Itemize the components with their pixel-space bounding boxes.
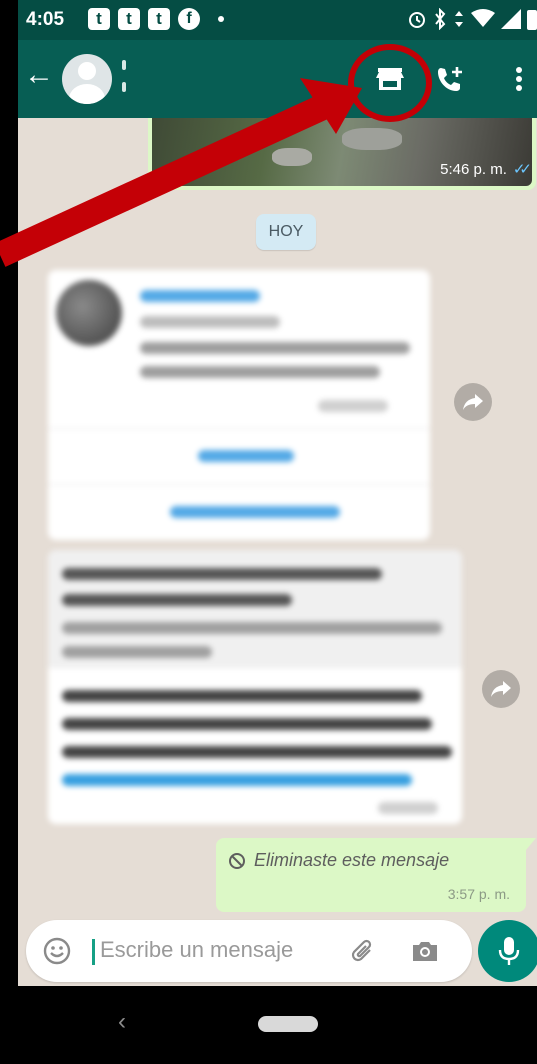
forward-icon	[491, 681, 511, 697]
business-card-message-blurred[interactable]	[48, 270, 430, 540]
deleted-message[interactable]: Eliminaste este mensaje 3:57 p. m.	[216, 838, 536, 912]
mic-icon	[498, 937, 520, 965]
message-input-bar[interactable]: Escribe un mensaje	[26, 920, 472, 982]
blocked-icon	[229, 852, 245, 869]
emoji-icon[interactable]	[42, 936, 72, 966]
link-message-blurred[interactable]	[48, 550, 462, 824]
nav-back-icon[interactable]: ‹	[118, 1008, 126, 1036]
deleted-message-text: Eliminaste este mensaje	[254, 850, 450, 870]
camera-icon[interactable]	[410, 936, 440, 966]
deleted-message-time: 3:57 p. m.	[447, 886, 510, 902]
voice-record-button[interactable]	[478, 920, 537, 982]
deleted-message-text-row: Eliminaste este mensaje	[228, 850, 449, 871]
message-input[interactable]: Escribe un mensaje	[100, 937, 293, 963]
forward-button[interactable]	[482, 670, 520, 708]
android-nav-bar: ‹	[18, 986, 537, 1064]
forward-button[interactable]	[454, 383, 492, 421]
attach-icon[interactable]	[348, 936, 378, 966]
text-caret	[92, 939, 95, 965]
annotation-arrow	[0, 78, 362, 267]
forward-icon	[463, 394, 483, 410]
nav-home-pill[interactable]	[258, 1016, 318, 1032]
